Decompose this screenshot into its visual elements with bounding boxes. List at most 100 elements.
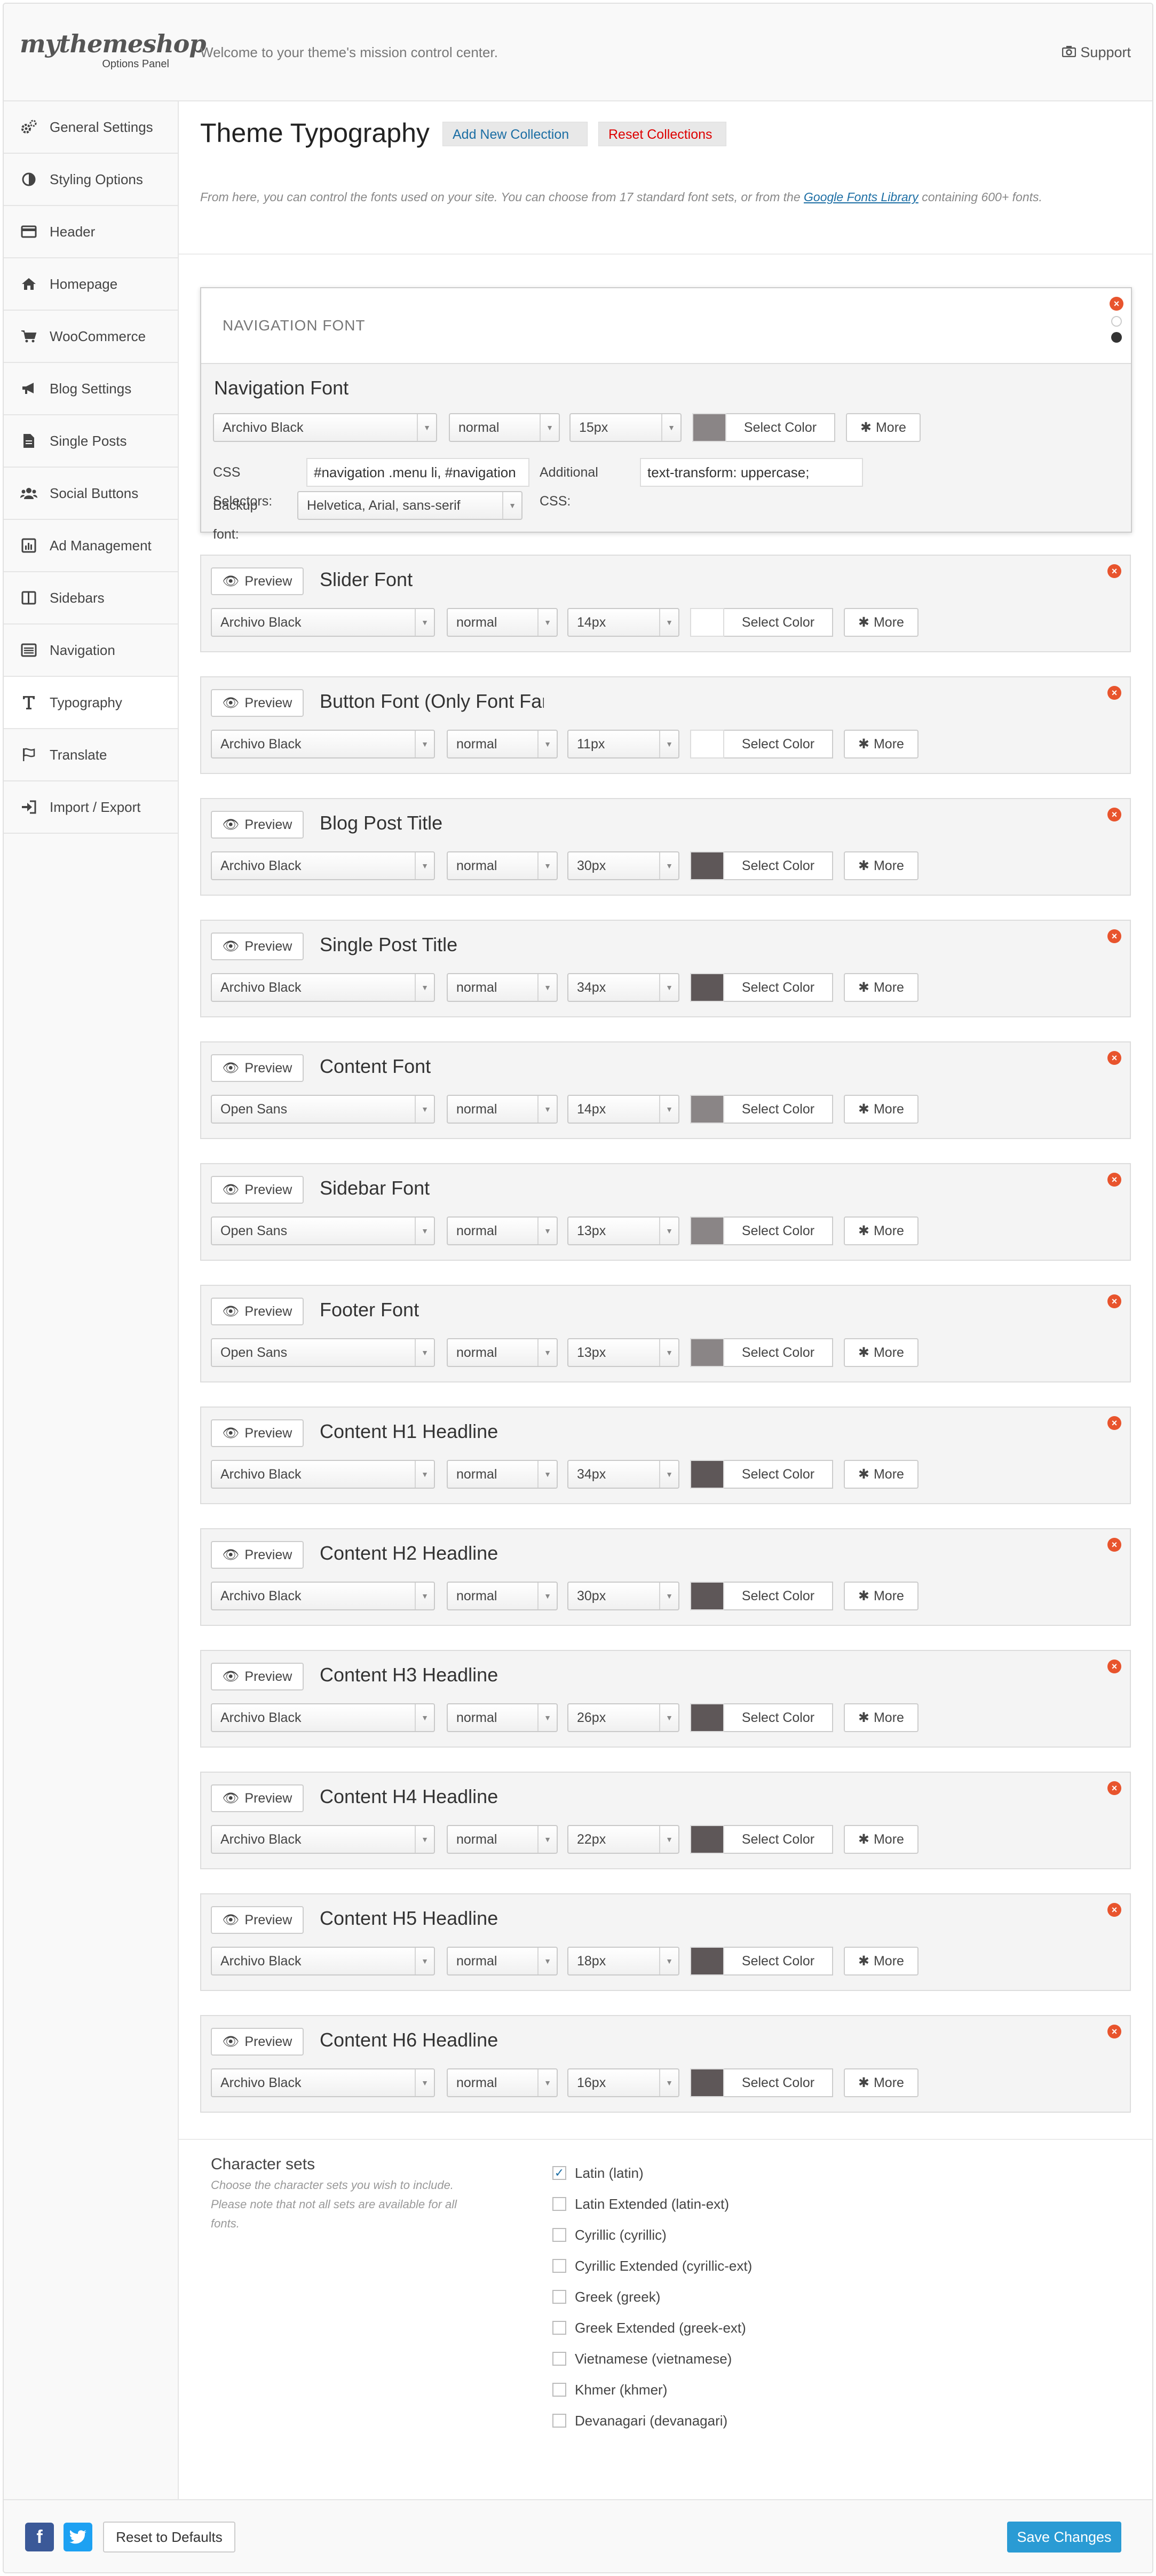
sidebar-item-ad-management[interactable]: Ad Management [4,520,178,572]
select-color-button[interactable]: Select Color [724,2068,833,2097]
close-icon[interactable]: × [1107,686,1121,700]
font-size-select[interactable]: 16px ▼ [567,2068,679,2097]
select-color-button[interactable]: Select Color [724,1947,833,1976]
color-swatch[interactable] [690,608,724,637]
more-button[interactable]: ✱ More [844,851,919,880]
font-weight-select[interactable]: normal ▼ [447,1825,558,1854]
sidebar-item-woocommerce[interactable]: WooCommerce [4,311,178,363]
font-family-select[interactable]: Archivo Black ▼ [211,608,435,637]
more-button[interactable]: ✱ More [844,1703,919,1732]
google-fonts-link[interactable]: Google Fonts Library [804,190,919,204]
close-icon[interactable]: × [1107,1781,1121,1795]
select-color-button[interactable]: Select Color [726,413,835,442]
font-size-select[interactable]: 14px ▼ [567,608,679,637]
select-color-button[interactable]: Select Color [724,1216,833,1245]
color-swatch[interactable] [690,851,724,880]
sidebar-item-translate[interactable]: Translate [4,729,178,781]
preview-button[interactable]: 👁 Preview [211,1906,304,1934]
sidebar-item-general-settings[interactable]: General Settings [4,101,178,154]
color-swatch[interactable] [690,1947,724,1976]
color-swatch[interactable] [690,1460,724,1489]
sidebar-item-typography[interactable]: Typography [4,677,178,729]
font-size-select[interactable]: 34px ▼ [567,1460,679,1489]
facebook-icon[interactable]: f [25,2523,54,2551]
sidebar-item-blog-settings[interactable]: Blog Settings [4,363,178,415]
save-changes-button[interactable]: Save Changes [1007,2522,1121,2553]
select-color-button[interactable]: Select Color [724,1095,833,1124]
sidebar-item-single-posts[interactable]: Single Posts [4,415,178,468]
preview-button[interactable]: 👁 Preview [211,1176,304,1204]
select-color-button[interactable]: Select Color [724,1703,833,1732]
charset-item[interactable]: Greek Extended (greek-ext) [552,2312,752,2343]
more-button[interactable]: ✱ More [844,730,919,758]
font-size-select[interactable]: 11px ▼ [567,730,679,758]
font-family-select[interactable]: Archivo Black ▼ [211,1582,435,1610]
select-color-button[interactable]: Select Color [724,973,833,1002]
select-color-button[interactable]: Select Color [724,608,833,637]
css-selectors-input[interactable]: #navigation .menu li, #navigation [306,458,529,487]
close-icon[interactable]: × [1107,1173,1121,1187]
select-color-button[interactable]: Select Color [724,1338,833,1367]
sidebar-item-import-export[interactable]: Import / Export [4,781,178,834]
preview-button[interactable]: 👁 Preview [211,1784,304,1812]
preview-button[interactable]: 👁 Preview [211,1419,304,1447]
font-weight-select[interactable]: normal ▼ [447,608,558,637]
close-icon[interactable]: × [1107,1294,1121,1308]
sidebar-item-navigation[interactable]: Navigation [4,625,178,677]
select-color-button[interactable]: Select Color [724,1460,833,1489]
radio-empty-icon[interactable] [1111,316,1122,327]
radio-filled-icon[interactable] [1111,332,1122,343]
charset-item[interactable]: Vietnamese (vietnamese) [552,2343,752,2374]
font-family-select[interactable]: Archivo Black ▼ [211,730,435,758]
color-swatch[interactable] [690,2068,724,2097]
color-swatch[interactable] [690,730,724,758]
color-swatch[interactable] [690,1825,724,1854]
font-weight-select[interactable]: normal ▼ [447,1216,558,1245]
more-button[interactable]: ✱ More [844,1338,919,1367]
font-size-select[interactable]: 13px ▼ [567,1338,679,1367]
more-button[interactable]: ✱ More [844,1582,919,1610]
color-swatch[interactable] [690,1703,724,1732]
preview-button[interactable]: 👁 Preview [211,1663,304,1690]
charset-item[interactable]: Greek (greek) [552,2281,752,2312]
close-icon[interactable]: × [1107,2025,1121,2038]
font-family-select[interactable]: Archivo Black ▼ [211,851,435,880]
checkbox[interactable] [552,2290,566,2304]
font-family-select[interactable]: Open Sans ▼ [211,1095,435,1124]
checkbox[interactable]: ✓ [552,2166,566,2180]
select-color-button[interactable]: Select Color [724,730,833,758]
select-color-button[interactable]: Select Color [724,851,833,880]
preview-button[interactable]: 👁 Preview [211,1298,304,1325]
charset-item[interactable]: ✓ Latin (latin) [552,2158,752,2188]
sidebar-item-social-buttons[interactable]: Social Buttons [4,468,178,520]
sidebar-item-sidebars[interactable]: Sidebars [4,572,178,625]
close-icon[interactable]: × [1107,1416,1121,1430]
color-swatch[interactable] [690,1582,724,1610]
font-family-select[interactable]: Archivo Black ▼ [211,973,435,1002]
font-size-select[interactable]: 18px ▼ [567,1947,679,1976]
preview-button[interactable]: 👁 Preview [211,933,304,960]
reset-defaults-button[interactable]: Reset to Defaults [103,2522,235,2553]
select-color-button[interactable]: Select Color [724,1825,833,1854]
sidebar-item-styling-options[interactable]: Styling Options [4,154,178,206]
charset-item[interactable]: Latin Extended (latin-ext) [552,2188,752,2219]
sidebar-item-homepage[interactable]: Homepage [4,258,178,311]
font-family-select[interactable]: Archivo Black ▼ [211,1460,435,1489]
more-button[interactable]: ✱ More [844,1825,919,1854]
close-icon[interactable]: × [1107,808,1121,821]
checkbox[interactable] [552,2259,566,2273]
checkbox[interactable] [552,2197,566,2211]
color-swatch[interactable] [690,1216,724,1245]
preview-button[interactable]: 👁 Preview [211,567,304,595]
checkbox[interactable] [552,2383,566,2397]
backup-font-select[interactable]: Helvetica, Arial, sans-serif ▼ [297,491,522,520]
twitter-icon[interactable] [64,2523,92,2551]
preview-button[interactable]: 👁 Preview [211,2028,304,2056]
additional-css-input[interactable]: text-transform: uppercase; [640,458,863,487]
font-weight-select[interactable]: normal ▼ [447,1947,558,1976]
font-size-select[interactable]: 30px ▼ [567,1582,679,1610]
more-button[interactable]: ✱ More [844,1216,919,1245]
font-weight-select[interactable]: normal ▼ [447,1338,558,1367]
charset-item[interactable]: Cyrillic Extended (cyrillic-ext) [552,2250,752,2281]
font-size-select[interactable]: 22px ▼ [567,1825,679,1854]
